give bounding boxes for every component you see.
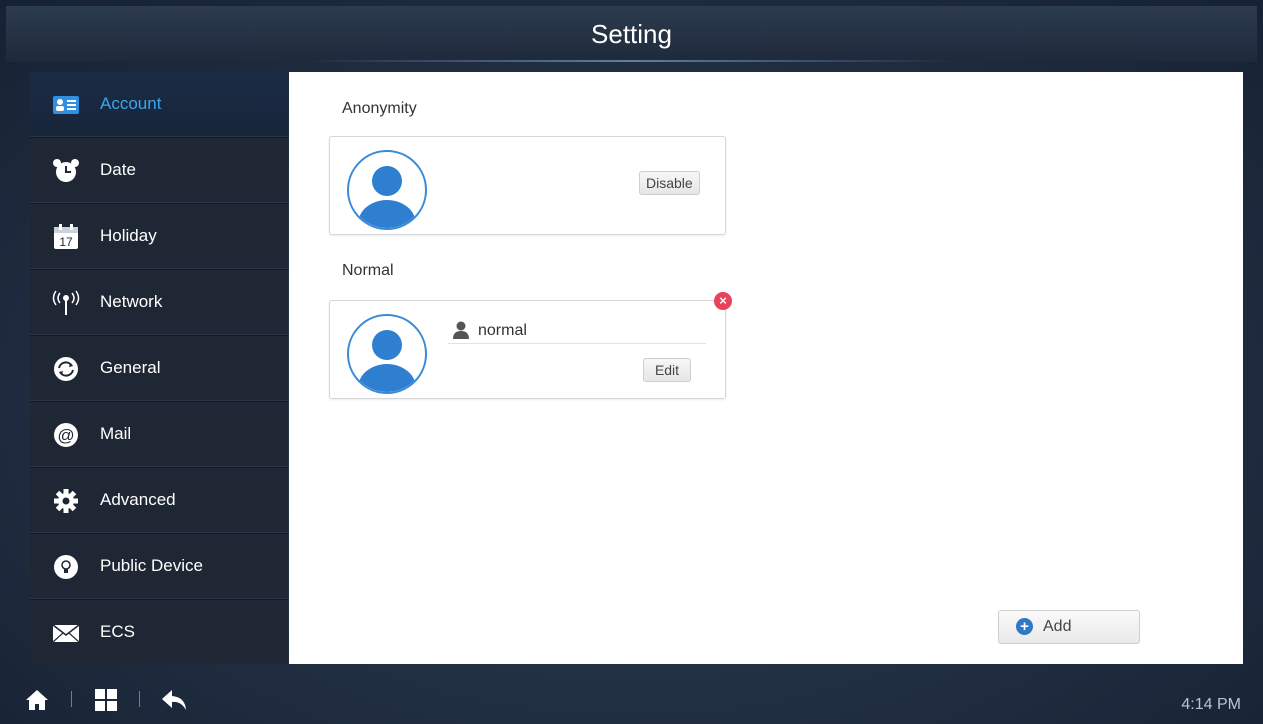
- user-silhouette-icon: [358, 166, 416, 228]
- sidebar-item-label: Network: [100, 292, 163, 311]
- gear-icon: [54, 489, 78, 513]
- sidebar-item-label: Date: [100, 160, 136, 179]
- sidebar-item-label: Holiday: [100, 226, 157, 245]
- sidebar-item-label: ECS: [100, 622, 135, 641]
- edit-button[interactable]: Edit: [643, 358, 691, 382]
- username-row: normal: [448, 321, 706, 344]
- apps-grid-icon[interactable]: [95, 689, 117, 711]
- sync-icon: [54, 357, 78, 381]
- sidebar-item-date[interactable]: Date: [30, 138, 288, 204]
- anonymity-card: Disable: [329, 136, 726, 235]
- svg-text:@: @: [57, 426, 74, 445]
- sidebar-item-holiday[interactable]: 17 Holiday: [30, 204, 288, 270]
- sidebar: Account Date 17 Holiday Network General …: [30, 72, 288, 664]
- back-arrow-icon[interactable]: [161, 689, 187, 711]
- account-card-icon: [53, 96, 79, 114]
- plus-icon: +: [1016, 618, 1033, 635]
- antenna-icon: [52, 290, 80, 315]
- separator: [71, 691, 72, 707]
- at-sign-icon: @: [54, 423, 78, 447]
- sidebar-item-label: Account: [100, 94, 162, 113]
- username-text: normal: [478, 322, 527, 339]
- sidebar-item-ecs[interactable]: ECS: [30, 600, 288, 665]
- user-silhouette-icon: [358, 330, 416, 392]
- separator: [139, 691, 140, 707]
- clock-time: 4:14 PM: [1181, 696, 1241, 713]
- anonymity-avatar: [347, 150, 427, 230]
- account-panel: Anonymity Disable Normal normal Edit × +…: [289, 72, 1243, 664]
- home-icon[interactable]: [25, 689, 49, 711]
- envelope-icon: [52, 624, 80, 643]
- sidebar-item-mail[interactable]: @ Mail: [30, 402, 288, 468]
- title-glow-divider: [300, 60, 960, 62]
- svg-text:17: 17: [59, 235, 73, 249]
- sidebar-item-general[interactable]: General: [30, 336, 288, 402]
- alarm-clock-icon: [53, 159, 79, 182]
- page-title: Setting: [591, 18, 672, 49]
- section-title-normal: Normal: [342, 262, 394, 279]
- title-bar: Setting: [6, 6, 1257, 62]
- sidebar-item-network[interactable]: Network: [30, 270, 288, 336]
- sidebar-item-label: Advanced: [100, 490, 176, 509]
- sidebar-item-advanced[interactable]: Advanced: [30, 468, 288, 534]
- disable-button[interactable]: Disable: [639, 171, 700, 195]
- sidebar-item-label: Public Device: [100, 556, 203, 575]
- add-button-label: Add: [1043, 618, 1072, 635]
- normal-user-card: normal Edit: [329, 300, 726, 399]
- section-title-anonymity: Anonymity: [342, 100, 417, 117]
- bottom-bar: [0, 672, 1263, 724]
- user-icon: [453, 321, 469, 339]
- sidebar-item-label: General: [100, 358, 161, 377]
- calendar-icon: 17: [54, 224, 78, 249]
- normal-user-avatar: [347, 314, 427, 394]
- delete-user-icon[interactable]: ×: [714, 292, 732, 310]
- sidebar-item-account[interactable]: Account: [30, 72, 288, 138]
- bulb-icon: [54, 555, 78, 579]
- sidebar-item-public-device[interactable]: Public Device: [30, 534, 288, 600]
- sidebar-item-label: Mail: [100, 424, 132, 443]
- add-button[interactable]: + Add: [998, 610, 1140, 644]
